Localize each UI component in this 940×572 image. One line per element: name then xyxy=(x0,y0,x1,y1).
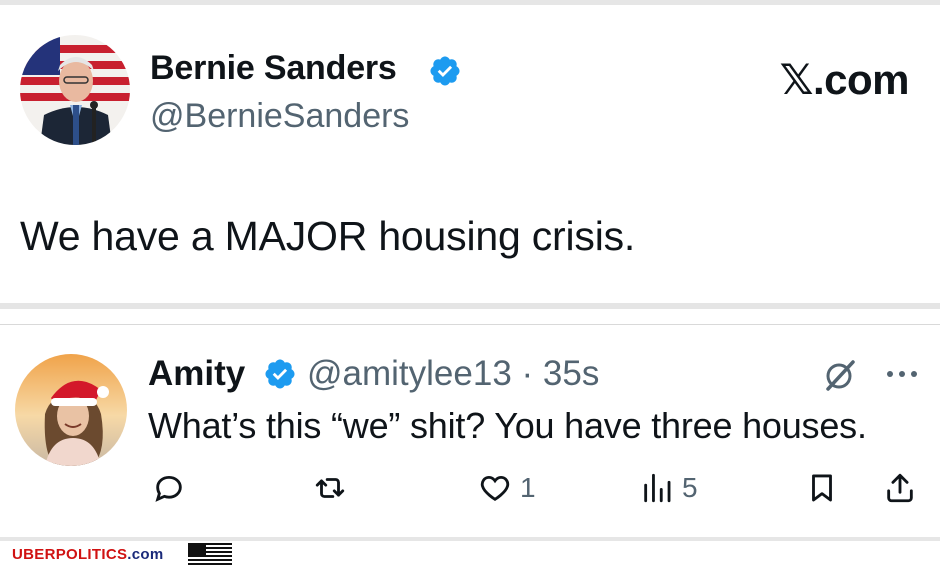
retweet-button[interactable] xyxy=(313,470,347,506)
x-logo: 𝕏.com xyxy=(779,56,910,103)
reply-author-handle[interactable]: @amitylee13 · 35s xyxy=(307,354,599,394)
views-icon xyxy=(644,473,671,503)
watermark-name: UBERPOLITICS xyxy=(12,546,128,563)
view-count: 5 xyxy=(682,472,698,503)
more-icon[interactable] xyxy=(884,360,920,388)
share-button[interactable] xyxy=(883,470,917,506)
avatar-bernie[interactable] xyxy=(20,35,130,145)
section-divider xyxy=(0,303,940,309)
author-name[interactable]: Bernie Sanders xyxy=(150,49,397,88)
reply-icon xyxy=(155,475,182,502)
like-icon xyxy=(480,475,510,501)
views-button[interactable]: 5 xyxy=(640,470,698,506)
verified-badge-icon xyxy=(428,54,462,88)
watermark-domain: .com xyxy=(127,546,164,563)
like-count: 1 xyxy=(520,472,536,503)
reply-button[interactable] xyxy=(152,470,186,506)
share-icon xyxy=(887,473,913,503)
us-flag-icon xyxy=(188,543,232,567)
bookmark-button[interactable] xyxy=(805,470,839,506)
bookmark-icon xyxy=(812,474,832,502)
tweet-text: We have a MAJOR housing crisis. xyxy=(20,213,636,259)
like-button[interactable]: 1 xyxy=(478,470,536,506)
reply-divider xyxy=(0,324,940,325)
reply-text: What’s this “we” shit? You have three ho… xyxy=(148,405,867,446)
original-tweet[interactable]: Bernie Sanders @BernieSanders 𝕏.com We h… xyxy=(0,5,940,303)
grok-icon[interactable] xyxy=(822,357,858,393)
site-watermark: UBERPOLITICS.com xyxy=(12,546,164,563)
author-handle[interactable]: @BernieSanders xyxy=(150,97,409,136)
retweet-icon xyxy=(315,478,345,498)
verified-badge-icon xyxy=(263,357,297,391)
reply-author-name[interactable]: Amity xyxy=(148,354,245,394)
avatar-amity[interactable] xyxy=(15,354,127,466)
